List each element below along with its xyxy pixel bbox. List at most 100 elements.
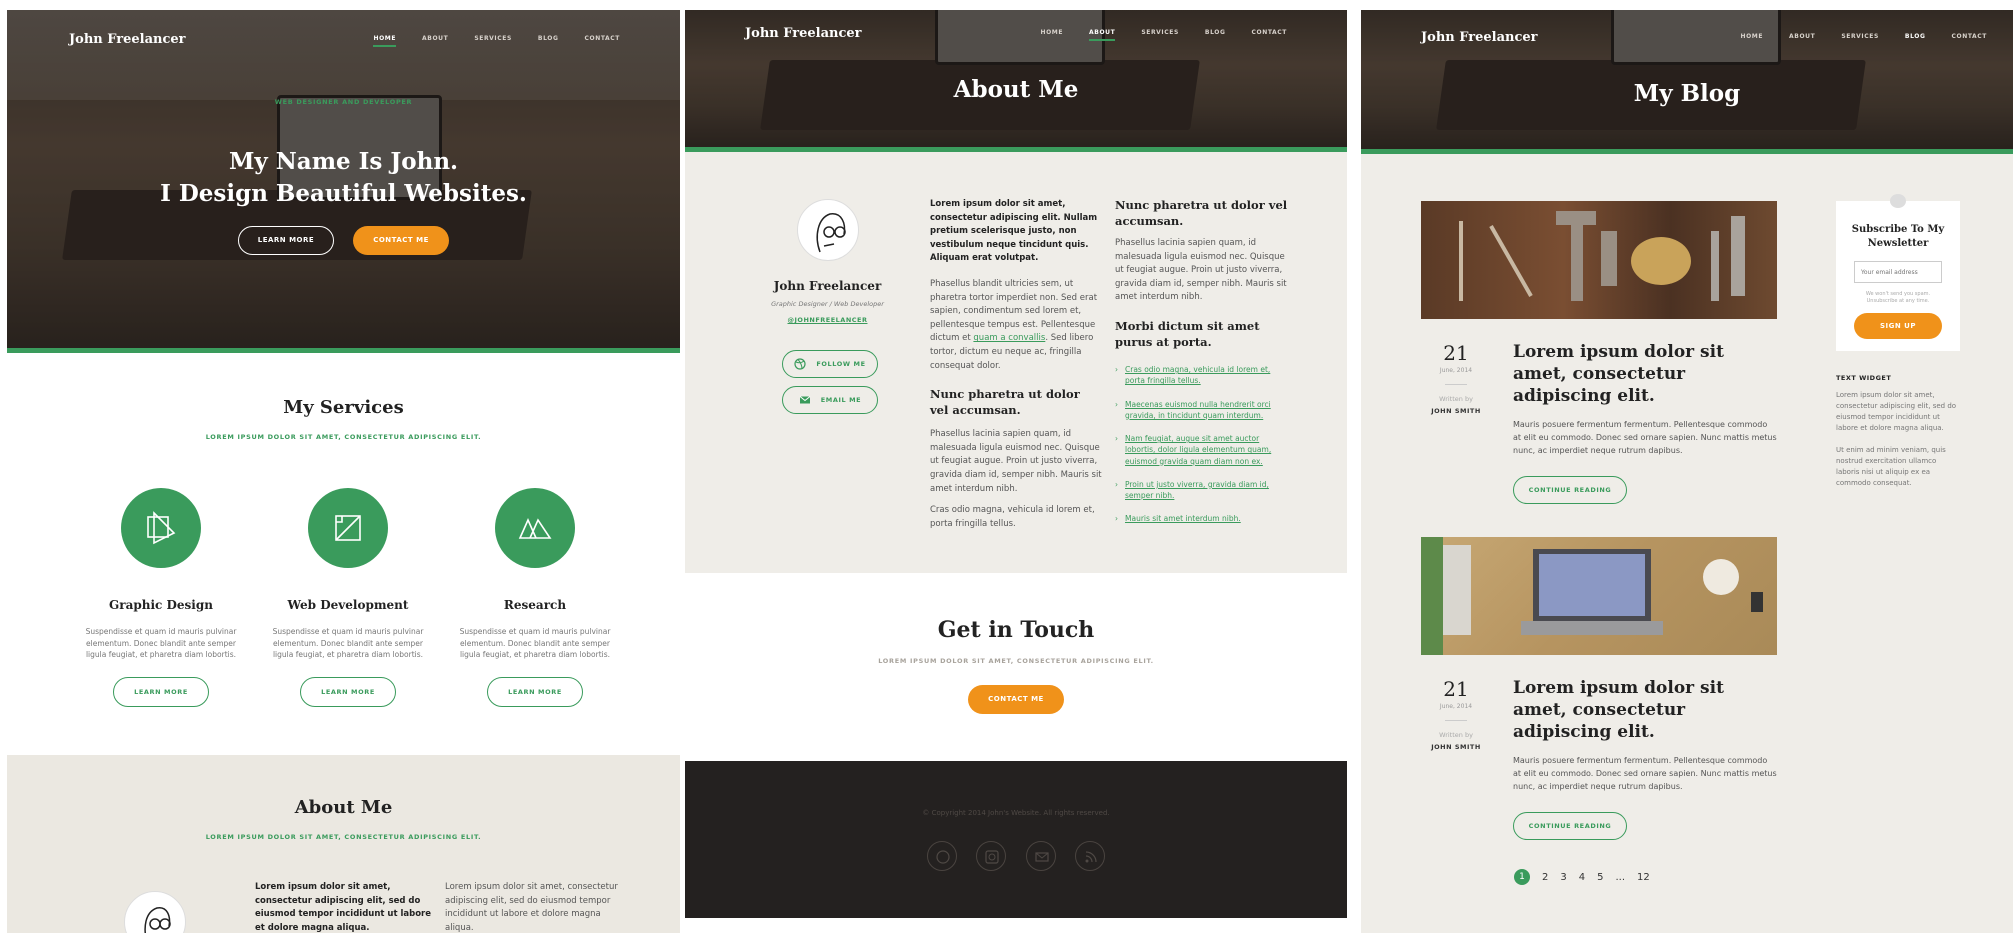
link-list: Cras odio magna, vehicula id lorem et, p…: [1115, 364, 1290, 525]
page-3[interactable]: 3: [1560, 872, 1566, 883]
avatar: [124, 891, 186, 933]
footer: © Copyright 2014 John's Website. All rig…: [685, 761, 1347, 918]
nav-services[interactable]: SERVICES: [1141, 29, 1179, 36]
graphic-design-icon: [121, 488, 201, 568]
nav-services[interactable]: SERVICES: [474, 35, 512, 42]
post-title[interactable]: Lorem ipsum dolor sit amet, consectetur …: [1513, 677, 1777, 743]
nav-contact[interactable]: CONTACT: [1952, 33, 1988, 40]
continue-reading-button[interactable]: CONTINUE READING: [1513, 811, 1627, 840]
service-learn-more-button[interactable]: LEARN MORE: [300, 676, 396, 707]
services-section: My Services LOREM IPSUM DOLOR SIT AMET, …: [7, 353, 680, 755]
nav-services[interactable]: SERVICES: [1841, 33, 1879, 40]
brand-logo[interactable]: John Freelancer: [745, 26, 862, 41]
blog-post: 21 June, 2014 Written by JOHN SMITH Lore…: [1421, 537, 1777, 840]
brand-logo[interactable]: John Freelancer: [69, 32, 186, 47]
research-icon: [495, 488, 575, 568]
page-ellipsis: ...: [1615, 871, 1626, 883]
page-4[interactable]: 4: [1579, 872, 1585, 883]
about-right-column: Nunc pharetra ut dolor vel accumsan. Pha…: [1115, 198, 1290, 537]
list-item[interactable]: Mauris sit amet interdum nibh.: [1115, 513, 1290, 525]
page-1[interactable]: 1: [1514, 869, 1530, 885]
intro-paragraph: Phasellus blandit ultricies sem, ut phar…: [930, 278, 1098, 371]
brand-logo[interactable]: John Freelancer: [1421, 30, 1538, 45]
profile-handle[interactable]: @JOHNFREELANCER: [745, 316, 910, 324]
service-learn-more-button[interactable]: LEARN MORE: [487, 676, 583, 707]
learn-more-button[interactable]: LEARN MORE: [237, 226, 334, 255]
mail-icon: [799, 396, 811, 404]
newsletter-title: Subscribe To My Newsletter: [1851, 224, 1945, 249]
list-item[interactable]: Cras odio magna, vehicula id lorem et, p…: [1115, 364, 1290, 387]
post-title[interactable]: Lorem ipsum dolor sit amet, consectetur …: [1513, 341, 1777, 407]
dribbble-icon[interactable]: [927, 841, 958, 871]
instagram-icon[interactable]: [976, 841, 1007, 871]
follow-me-button[interactable]: FOLLOW ME: [782, 350, 878, 378]
nav-about[interactable]: ABOUT: [422, 35, 448, 42]
blog-hero: John Freelancer HOME ABOUT SERVICES BLOG…: [1361, 10, 2013, 154]
nav-about[interactable]: ABOUT: [1089, 29, 1116, 41]
about-middle-column: Lorem ipsum dolor sit amet, consectetur …: [930, 198, 1102, 531]
service-title: Web Development: [287, 598, 409, 612]
hero-headline-2: I Design Beautiful Websites.: [160, 180, 527, 207]
page-12[interactable]: 12: [1637, 872, 1650, 883]
intro-bold-text: Lorem ipsum dolor sit amet, consectetur …: [930, 199, 1098, 264]
post-month: June, 2014: [1439, 703, 1473, 710]
post-image-laptop[interactable]: [1421, 537, 1777, 655]
contact-me-button[interactable]: CONTACT ME: [968, 685, 1064, 714]
list-item[interactable]: Maecenas euismod nulla hendrerit orci gr…: [1115, 399, 1290, 422]
hero-eyebrow: WEB DESIGNER AND DEVELOPER: [274, 98, 413, 106]
service-text: Suspendisse et quam id mauris pulvinar e…: [459, 627, 611, 660]
list-item[interactable]: Nam feugiat, augue sit amet auctor lobor…: [1115, 433, 1290, 467]
top-nav: John Freelancer HOME ABOUT SERVICES BLOG…: [685, 24, 1347, 44]
inline-link[interactable]: quam a convallis: [973, 333, 1045, 343]
newsletter-email-input[interactable]: [1854, 261, 1942, 283]
services-subtitle: LOREM IPSUM DOLOR SIT AMET, CONSECTETUR …: [205, 433, 482, 441]
post-month: June, 2014: [1439, 367, 1473, 374]
about-content: John Freelancer Graphic Designer / Web D…: [685, 152, 1347, 573]
top-nav: John Freelancer HOME ABOUT SERVICES BLOG…: [7, 30, 680, 50]
email-me-button[interactable]: EMAIL ME: [782, 386, 878, 414]
nav-about[interactable]: ABOUT: [1789, 33, 1815, 40]
web-development-icon: [308, 488, 388, 568]
blog-page-panel: John Freelancer HOME ABOUT SERVICES BLOG…: [1361, 10, 2013, 933]
page-title: About Me: [953, 76, 1079, 103]
get-in-touch-section: Get in Touch LOREM IPSUM DOLOR SIT AMET,…: [685, 573, 1347, 761]
hero-headline-1: My Name Is John.: [228, 148, 459, 175]
page-5[interactable]: 5: [1597, 872, 1603, 883]
section-paragraph: Cras odio magna, vehicula id lorem et, p…: [930, 505, 1095, 529]
mail-icon[interactable]: [1025, 841, 1056, 871]
contact-me-button[interactable]: CONTACT ME: [353, 226, 450, 255]
section-paragraph: Phasellus lacinia sapien quam, id malesu…: [930, 429, 1102, 494]
nav-contact[interactable]: CONTACT: [585, 35, 621, 42]
nav-blog[interactable]: BLOG: [1905, 33, 1926, 40]
service-learn-more-button[interactable]: LEARN MORE: [113, 676, 209, 707]
list-item[interactable]: Proin ut justo viverra, gravida diam id,…: [1115, 479, 1290, 502]
widget-title: TEXT WIDGET: [1836, 374, 1892, 382]
nav-home[interactable]: HOME: [1740, 33, 1763, 40]
post-author[interactable]: JOHN SMITH: [1421, 743, 1491, 751]
dribbble-icon: [794, 358, 806, 370]
continue-reading-button[interactable]: CONTINUE READING: [1513, 475, 1627, 504]
about-bold-text: Lorem ipsum dolor sit amet, consectetur …: [255, 882, 432, 933]
profile-role: Graphic Designer / Web Developer: [771, 300, 884, 308]
widget-paragraph: Lorem ipsum dolor sit amet, consectetur …: [1836, 391, 1957, 432]
nav-home[interactable]: HOME: [1040, 29, 1063, 36]
top-nav: John Freelancer HOME ABOUT SERVICES BLOG…: [1361, 28, 2013, 48]
mail-icon: [1890, 194, 1906, 208]
sign-up-button[interactable]: SIGN UP: [1854, 313, 1942, 339]
blog-post: 21 June, 2014 Written by JOHN SMITH Lore…: [1421, 201, 1777, 504]
page-2[interactable]: 2: [1542, 872, 1548, 883]
service-graphic-design: Graphic Design Suspendisse et quam id ma…: [81, 488, 241, 707]
nav-contact[interactable]: CONTACT: [1252, 29, 1288, 36]
rss-icon[interactable]: [1074, 841, 1105, 871]
service-title: Graphic Design: [109, 598, 213, 612]
post-author[interactable]: JOHN SMITH: [1421, 407, 1491, 415]
written-by-label: Written by: [1439, 731, 1473, 739]
post-image-tools[interactable]: [1421, 201, 1777, 319]
nav-blog[interactable]: BLOG: [538, 35, 559, 42]
pagination: 1 2 3 4 5 ... 12: [1514, 869, 1662, 885]
get-in-touch-title: Get in Touch: [937, 617, 1095, 643]
nav-home[interactable]: HOME: [373, 35, 396, 47]
get-in-touch-subtitle: LOREM IPSUM DOLOR SIT AMET, CONSECTETUR …: [878, 657, 1154, 665]
newsletter-note: We won't send you spam. Unsubscribe at a…: [1865, 291, 1931, 304]
nav-blog[interactable]: BLOG: [1205, 29, 1226, 36]
